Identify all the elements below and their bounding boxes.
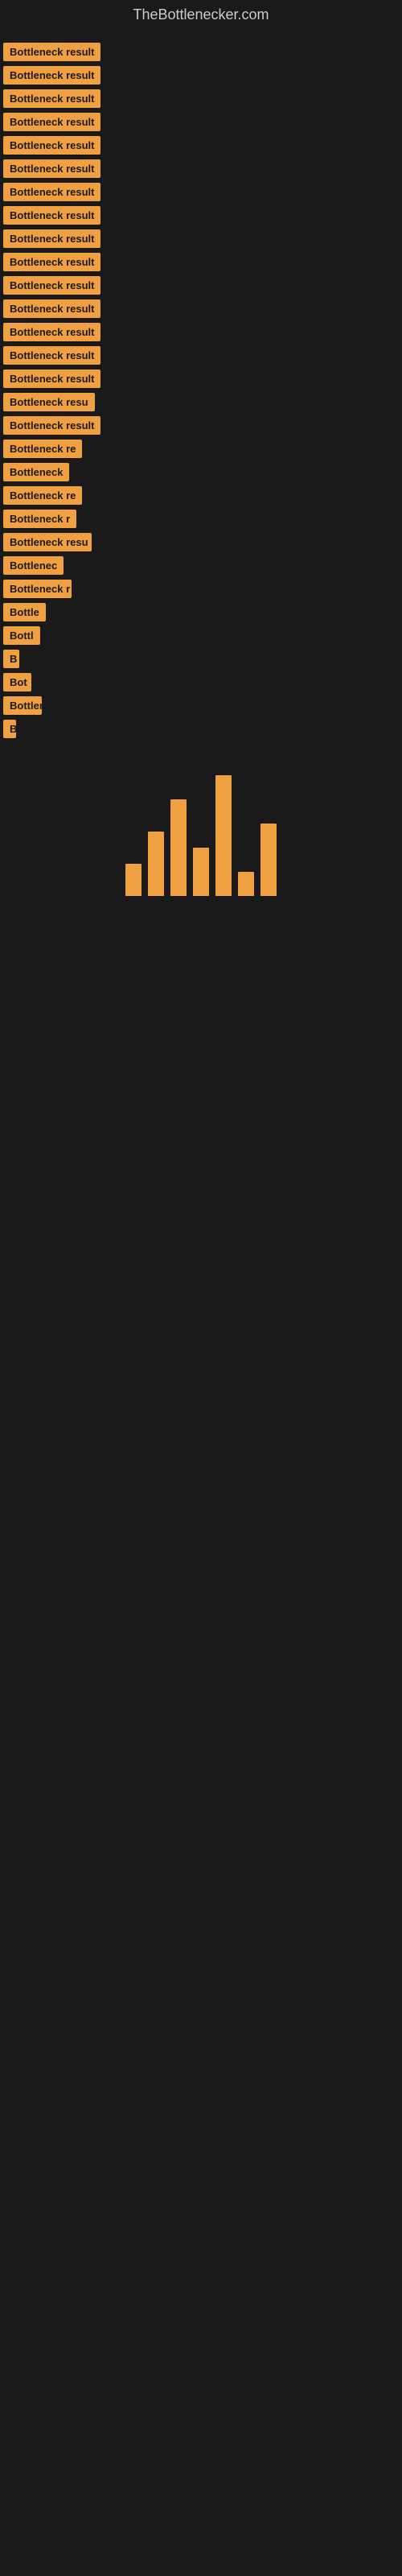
list-item: Bottleneck r [3, 510, 399, 528]
bottleneck-badge: Bottleneck result [3, 89, 100, 108]
bottleneck-badge: Bottleneck result [3, 416, 100, 435]
bottleneck-badge: Bottleneck r [3, 580, 72, 598]
bottleneck-badge: Bottleneck result [3, 229, 100, 248]
chart-bar [125, 864, 142, 896]
bottleneck-badge: Bottleneck re [3, 486, 82, 505]
list-item: Bottleneck result [3, 89, 399, 108]
list-item: Bottleneck result [3, 113, 399, 131]
bottleneck-badge: B [3, 650, 19, 668]
chart-bar [260, 824, 277, 896]
bottleneck-badge: Bottlenec [3, 556, 64, 575]
bottleneck-badge: Bottleneck result [3, 323, 100, 341]
list-item: Bottleneck result [3, 183, 399, 201]
bottleneck-badge: Bottleneck resu [3, 393, 95, 411]
list-item: Bottleneck resu [3, 533, 399, 551]
bottom-chart [0, 743, 402, 904]
list-item: Bottleneck re [3, 440, 399, 458]
list-item: Bottleneck result [3, 416, 399, 435]
bottleneck-badge: Bottleneck result [3, 276, 100, 295]
chart-bar [148, 832, 164, 896]
list-item: Bottleneck result [3, 276, 399, 295]
bottleneck-badge: Bottleneck result [3, 346, 100, 365]
bottleneck-badge: Bottleneck re [3, 440, 82, 458]
list-item: Bottleneck result [3, 346, 399, 365]
bottleneck-badge: Bottleneck result [3, 43, 100, 61]
bottleneck-badge: Bottl [3, 626, 40, 645]
bottleneck-badge: Bottleneck result [3, 299, 100, 318]
site-title: TheBottlenecker.com [0, 0, 402, 30]
bottleneck-badge: Bottleneck result [3, 369, 100, 388]
chart-bar [170, 799, 187, 896]
items-container: Bottleneck result Bottleneck result Bottle… [0, 30, 402, 738]
list-item: Bottleneck result [3, 369, 399, 388]
list-item: Bottleneck result [3, 229, 399, 248]
list-item: Bot [3, 673, 399, 691]
bottleneck-badge: Bottleneck result [3, 183, 100, 201]
bottleneck-badge: Bottleneck resu [3, 533, 92, 551]
list-item: Bottleneck result [3, 136, 399, 155]
list-item: Bottleneck result [3, 159, 399, 178]
list-item: B [3, 720, 399, 738]
bottleneck-badge: Bottleneck result [3, 159, 100, 178]
list-item: Bottleneck result [3, 323, 399, 341]
list-item: Bottl [3, 626, 399, 645]
chart-bar [193, 848, 209, 896]
list-item: Bottleneck result [3, 66, 399, 85]
bottleneck-badge: Bottleneck [3, 463, 69, 481]
list-item: Bottleneck result [3, 206, 399, 225]
list-item: Bottler [3, 696, 399, 715]
list-item: Bottle [3, 603, 399, 621]
bottleneck-badge: Bottleneck result [3, 113, 100, 131]
list-item: Bottleneck result [3, 253, 399, 271]
list-item: Bottleneck result [3, 43, 399, 61]
bottleneck-badge: Bottleneck result [3, 206, 100, 225]
bottleneck-badge: Bottler [3, 696, 42, 715]
bottleneck-badge: Bottleneck r [3, 510, 76, 528]
list-item: Bottleneck r [3, 580, 399, 598]
chart-bar [238, 872, 254, 896]
bottleneck-badge: Bot [3, 673, 31, 691]
list-item: Bottlenec [3, 556, 399, 575]
list-item: Bottleneck resu [3, 393, 399, 411]
list-item: Bottleneck re [3, 486, 399, 505]
bottleneck-badge: B [3, 720, 16, 738]
chart-bar [215, 775, 232, 896]
bottleneck-badge: Bottleneck result [3, 136, 100, 155]
bottleneck-badge: Bottleneck result [3, 66, 100, 85]
list-item: B [3, 650, 399, 668]
bottleneck-badge: Bottle [3, 603, 46, 621]
list-item: Bottleneck result [3, 299, 399, 318]
list-item: Bottleneck [3, 463, 399, 481]
bottleneck-badge: Bottleneck result [3, 253, 100, 271]
